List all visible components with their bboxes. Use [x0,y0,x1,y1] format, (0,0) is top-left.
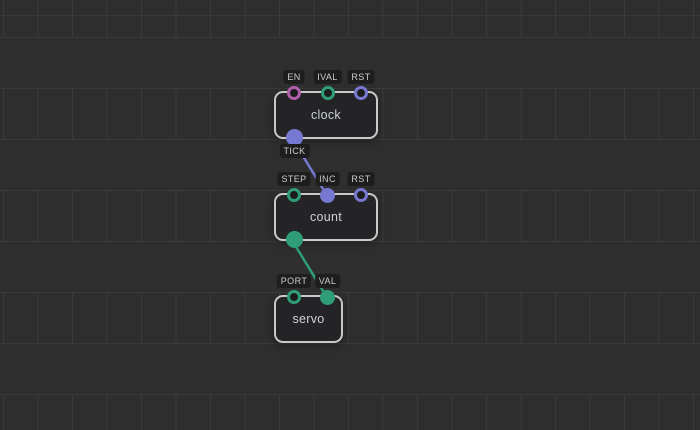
input-port-count-step[interactable] [287,188,301,202]
input-port-label: IVAL [313,70,341,84]
node-editor-canvas[interactable]: clockENIVALRSTTICKcountSTEPINCRSTservoPO… [0,0,700,430]
input-port-label: EN [283,70,304,84]
input-port-clock-en[interactable] [287,86,301,100]
output-port-clock-tick[interactable] [286,129,303,146]
input-port-count-rst[interactable] [354,188,368,202]
node-count[interactable]: countSTEPINCRST [274,193,378,241]
input-port-clock-rst[interactable] [354,86,368,100]
input-port-servo-port[interactable] [287,290,301,304]
input-port-label: RST [347,70,374,84]
node-clock[interactable]: clockENIVALRSTTICK [274,91,378,139]
node-title: count [276,210,376,224]
node-servo[interactable]: servoPORTVAL [274,295,343,343]
input-port-clock-ival[interactable] [321,86,335,100]
input-port-label: VAL [315,274,341,288]
output-port-count[interactable] [286,231,303,248]
node-title: servo [276,312,341,326]
input-port-label: INC [315,172,340,186]
input-port-servo-val[interactable] [320,290,335,305]
node-title: clock [276,108,376,122]
input-port-label: RST [347,172,374,186]
input-port-label: STEP [277,172,310,186]
input-port-count-inc[interactable] [320,188,335,203]
input-port-label: PORT [277,274,311,288]
output-port-label: TICK [279,144,309,158]
